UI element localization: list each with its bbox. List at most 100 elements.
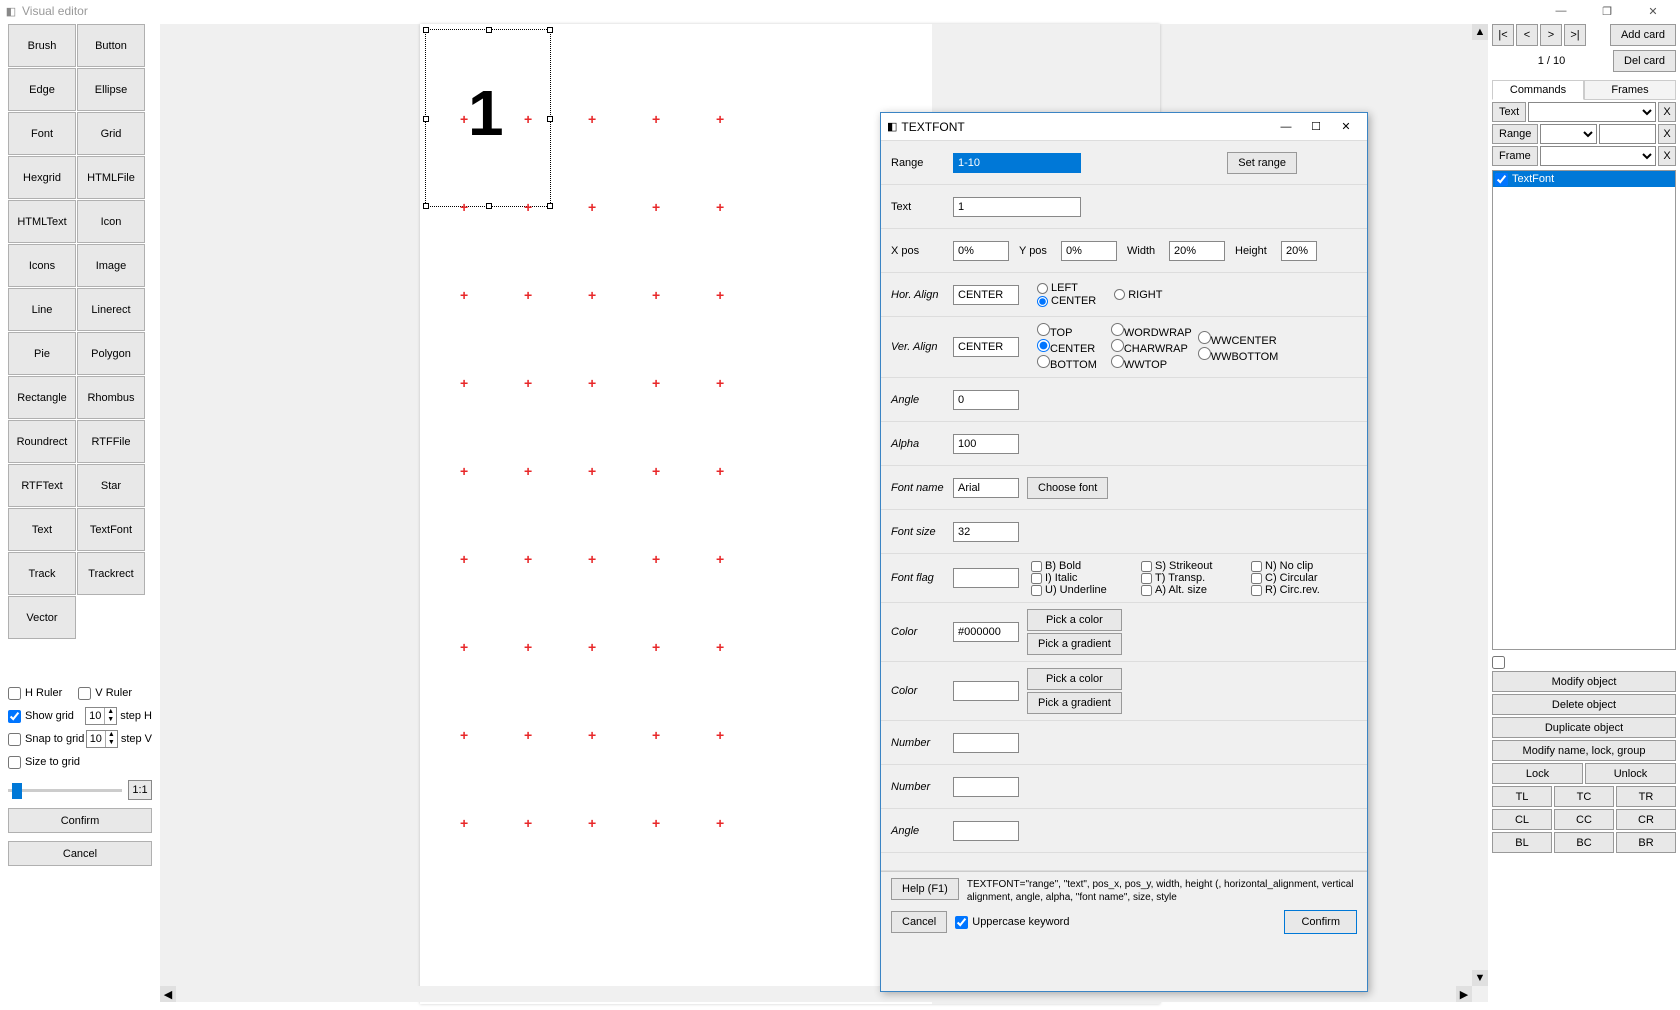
choose-font-button[interactable]: Choose font	[1027, 477, 1108, 499]
nav-last-button[interactable]: >|	[1564, 24, 1586, 46]
delete-object-button[interactable]: Delete object	[1492, 694, 1676, 715]
flag-checkbox-6[interactable]: N) No clip	[1251, 560, 1355, 572]
modify-object-button[interactable]: Modify object	[1492, 671, 1676, 692]
pos-tl-button[interactable]: TL	[1492, 786, 1552, 807]
halign-right-radio[interactable]	[1114, 289, 1125, 300]
tool-button[interactable]: Button	[77, 24, 145, 67]
list-item-checkbox[interactable]	[1495, 173, 1508, 186]
hruler-checkbox[interactable]	[8, 687, 21, 700]
pos-bl-button[interactable]: BL	[1492, 832, 1552, 853]
tool-image[interactable]: Image	[77, 244, 145, 287]
range-input[interactable]	[953, 153, 1081, 173]
sizetogrid-checkbox[interactable]	[8, 756, 21, 769]
prop-range-button[interactable]: Range	[1492, 124, 1538, 144]
vruler-checkbox[interactable]	[78, 687, 91, 700]
angle-input[interactable]	[953, 390, 1019, 410]
tool-grid[interactable]: Grid	[77, 112, 145, 155]
set-range-button[interactable]: Set range	[1227, 152, 1297, 174]
color2-input[interactable]	[953, 681, 1019, 701]
canvas-text-1[interactable]: 1	[468, 76, 504, 150]
valign-wordwrap-radio[interactable]	[1111, 323, 1124, 336]
fontflag-input[interactable]	[953, 568, 1019, 588]
unlock-button[interactable]: Unlock	[1585, 763, 1676, 784]
prop-text-button[interactable]: Text	[1492, 102, 1526, 122]
tool-htmlfile[interactable]: HTMLFile	[77, 156, 145, 199]
valign-wwcenter-radio[interactable]	[1198, 331, 1211, 344]
tab-frames[interactable]: Frames	[1584, 80, 1676, 100]
pos-tr-button[interactable]: TR	[1616, 786, 1676, 807]
showgrid-checkbox[interactable]	[8, 710, 21, 723]
height-input[interactable]	[1281, 241, 1317, 261]
prop-frame-x[interactable]: X	[1658, 146, 1676, 166]
del-card-button[interactable]: Del card	[1613, 50, 1676, 72]
add-card-button[interactable]: Add card	[1610, 24, 1676, 46]
close-button[interactable]: ✕	[1630, 0, 1676, 22]
object-list[interactable]: TextFont	[1492, 170, 1676, 650]
flag-checkbox-5[interactable]: A) Alt. size	[1141, 584, 1245, 596]
width-input[interactable]	[1169, 241, 1225, 261]
prop-range-input[interactable]	[1599, 124, 1656, 144]
tool-star[interactable]: Star	[77, 464, 145, 507]
flag-checkbox-8[interactable]: R) Circ.rev.	[1251, 584, 1355, 596]
tool-htmltext[interactable]: HTMLText	[8, 200, 76, 243]
flag-checkbox-0[interactable]: B) Bold	[1031, 560, 1135, 572]
xpos-input[interactable]	[953, 241, 1009, 261]
prop-frame-select[interactable]	[1540, 146, 1656, 166]
tool-linerect[interactable]: Linerect	[77, 288, 145, 331]
text-input[interactable]	[953, 197, 1081, 217]
ypos-input[interactable]	[1061, 241, 1117, 261]
tool-hexgrid[interactable]: Hexgrid	[8, 156, 76, 199]
list-item-textfont[interactable]: TextFont	[1493, 171, 1675, 187]
flag-checkbox-7[interactable]: C) Circular	[1251, 572, 1355, 584]
tool-text[interactable]: Text	[8, 508, 76, 551]
lock-button[interactable]: Lock	[1492, 763, 1583, 784]
pos-tc-button[interactable]: TC	[1554, 786, 1614, 807]
prop-text-x[interactable]: X	[1658, 102, 1676, 122]
valign-top-radio[interactable]	[1037, 323, 1050, 336]
pick-color2-button[interactable]: Pick a color	[1027, 668, 1122, 690]
fontname-input[interactable]	[953, 478, 1019, 498]
number2-input[interactable]	[953, 777, 1019, 797]
duplicate-object-button[interactable]: Duplicate object	[1492, 717, 1676, 738]
tool-edge[interactable]: Edge	[8, 68, 76, 111]
flag-checkbox-2[interactable]: U) Underline	[1031, 584, 1135, 596]
zoom-slider[interactable]	[8, 781, 122, 799]
zoom-reset-button[interactable]: 1:1	[128, 780, 152, 800]
valign-bottom-radio[interactable]	[1037, 355, 1050, 368]
confirm-button[interactable]: Confirm	[8, 808, 152, 833]
pick-gradient2-button[interactable]: Pick a gradient	[1027, 692, 1122, 714]
maximize-button[interactable]: ❐	[1584, 0, 1630, 22]
valign-wwbottom-radio[interactable]	[1198, 347, 1211, 360]
prop-range-x[interactable]: X	[1658, 124, 1676, 144]
halign-left-radio[interactable]	[1037, 283, 1048, 294]
tool-textfont[interactable]: TextFont	[77, 508, 145, 551]
tool-rtftext[interactable]: RTFText	[8, 464, 76, 507]
tool-icon[interactable]: Icon	[77, 200, 145, 243]
tool-polygon[interactable]: Polygon	[77, 332, 145, 375]
pos-br-button[interactable]: BR	[1616, 832, 1676, 853]
pick-gradient1-button[interactable]: Pick a gradient	[1027, 633, 1122, 655]
vertical-scrollbar[interactable]: ▲▼	[1472, 24, 1488, 986]
pos-cl-button[interactable]: CL	[1492, 809, 1552, 830]
dialog-titlebar[interactable]: ◧ TEXTFONT — ☐ ✕	[881, 113, 1367, 141]
dialog-close-button[interactable]: ✕	[1331, 115, 1361, 139]
minimize-button[interactable]: —	[1538, 0, 1584, 22]
flag-checkbox-3[interactable]: S) Strikeout	[1141, 560, 1245, 572]
pos-bc-button[interactable]: BC	[1554, 832, 1614, 853]
rename-object-button[interactable]: Modify name, lock, group	[1492, 740, 1676, 761]
tool-line[interactable]: Line	[8, 288, 76, 331]
alpha-input[interactable]	[953, 434, 1019, 454]
tool-pie[interactable]: Pie	[8, 332, 76, 375]
tool-brush[interactable]: Brush	[8, 24, 76, 67]
tool-ellipse[interactable]: Ellipse	[77, 68, 145, 111]
tool-roundrect[interactable]: Roundrect	[8, 420, 76, 463]
valign-input[interactable]	[953, 337, 1019, 357]
dialog-maximize-button[interactable]: ☐	[1301, 115, 1331, 139]
flag-checkbox-4[interactable]: T) Transp.	[1141, 572, 1245, 584]
dialog-confirm-button[interactable]: Confirm	[1284, 910, 1357, 934]
steph-spinner[interactable]: ▲▼	[85, 707, 117, 725]
tool-font[interactable]: Font	[8, 112, 76, 155]
nav-next-button[interactable]: >	[1540, 24, 1562, 46]
halign-input[interactable]	[953, 285, 1019, 305]
valign-center-radio[interactable]	[1037, 339, 1050, 352]
